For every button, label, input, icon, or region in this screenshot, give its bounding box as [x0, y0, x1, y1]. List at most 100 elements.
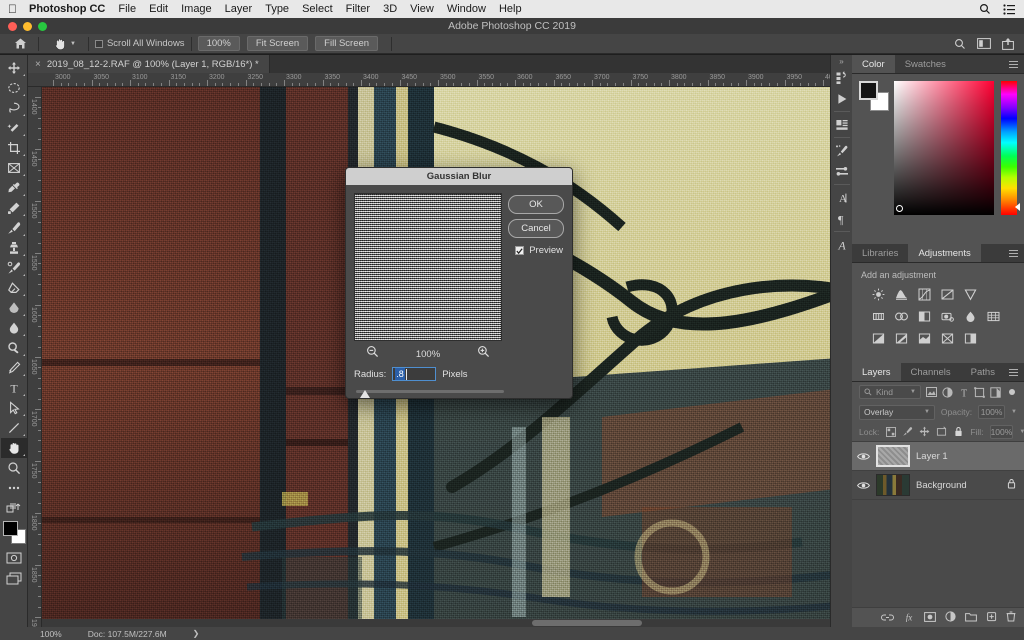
- new-layer-icon[interactable]: [986, 609, 997, 627]
- foreground-color-swatch[interactable]: [859, 81, 878, 100]
- layer-name[interactable]: Layer 1: [916, 451, 948, 462]
- color-panel-swatches[interactable]: [859, 81, 889, 111]
- curves-icon[interactable]: [917, 287, 932, 302]
- line-tool[interactable]: [1, 418, 27, 438]
- zoom-in-icon[interactable]: [477, 345, 490, 363]
- radius-input[interactable]: .8: [392, 367, 437, 381]
- fill-screen-button[interactable]: Fill Screen: [315, 35, 379, 52]
- menu-select[interactable]: Select: [302, 3, 333, 15]
- status-doc-info[interactable]: Doc: 107.5M/227.6M: [88, 629, 167, 639]
- tab-channels[interactable]: Channels: [900, 363, 961, 381]
- status-zoom[interactable]: 100%: [40, 629, 62, 639]
- slider-handle[interactable]: [360, 390, 370, 398]
- opacity-value[interactable]: 100%: [978, 405, 1006, 419]
- zoom-tool[interactable]: [1, 458, 27, 478]
- dodge-tool[interactable]: [1, 338, 27, 358]
- chevron-down-icon[interactable]: ▼: [70, 41, 76, 47]
- layer-mask-icon[interactable]: [924, 609, 936, 627]
- actions-icon[interactable]: [832, 88, 852, 109]
- tab-paths[interactable]: Paths: [960, 363, 1005, 381]
- ok-button[interactable]: OK: [508, 195, 564, 214]
- crop-tool[interactable]: [1, 138, 27, 158]
- chevron-double-icon[interactable]: »: [839, 57, 843, 66]
- hand-tool[interactable]: [0, 438, 27, 458]
- fit-screen-button[interactable]: Fit Screen: [246, 35, 309, 52]
- tab-libraries[interactable]: Libraries: [852, 244, 909, 262]
- tab-swatches[interactable]: Swatches: [894, 55, 956, 73]
- swap-colors-icon[interactable]: [1, 498, 27, 518]
- control-center-icon[interactable]: [1003, 3, 1016, 15]
- zoom-out-icon[interactable]: [366, 345, 379, 363]
- properties-icon[interactable]: [832, 114, 852, 135]
- eyedropper-tool[interactable]: [1, 178, 27, 198]
- more-tools[interactable]: [1, 478, 27, 498]
- lock-image-icon[interactable]: [902, 426, 913, 437]
- color-swatches[interactable]: [1, 520, 27, 546]
- color-lookup-icon[interactable]: [986, 309, 1001, 324]
- workspace-icon[interactable]: [977, 38, 991, 49]
- brightness-contrast-icon[interactable]: [871, 287, 886, 302]
- panel-menu-icon[interactable]: [1009, 55, 1024, 73]
- invert-icon[interactable]: [871, 331, 886, 346]
- path-selection-tool[interactable]: [1, 398, 27, 418]
- threshold-icon[interactable]: [917, 331, 932, 346]
- photo-filter-icon[interactable]: [940, 309, 955, 324]
- blur-tool[interactable]: [1, 318, 27, 338]
- layer-visibility-toggle[interactable]: [856, 481, 870, 490]
- tab-layers[interactable]: Layers: [852, 363, 901, 381]
- active-tool-indicator[interactable]: ▼: [45, 37, 82, 51]
- menu-window[interactable]: Window: [447, 3, 486, 15]
- chevron-down-icon[interactable]: ▼: [1019, 429, 1024, 435]
- search-icon[interactable]: [954, 38, 966, 50]
- layer-visibility-toggle[interactable]: [856, 452, 870, 461]
- home-icon[interactable]: [8, 37, 32, 50]
- zoom-100-button[interactable]: 100%: [197, 35, 240, 52]
- table-row[interactable]: Background: [852, 471, 1024, 500]
- canvas-horizontal-scrollbar[interactable]: [42, 619, 852, 627]
- menu-file[interactable]: File: [118, 3, 136, 15]
- menu-app-name[interactable]: Photoshop CC: [29, 3, 105, 15]
- radius-slider[interactable]: [356, 388, 504, 398]
- levels-icon[interactable]: [894, 287, 909, 302]
- menu-layer[interactable]: Layer: [225, 3, 253, 15]
- apple-icon[interactable]: : [8, 3, 17, 15]
- chevron-down-icon[interactable]: ▼: [1011, 409, 1017, 415]
- history-icon[interactable]: [832, 67, 852, 88]
- lock-position-icon[interactable]: [919, 426, 930, 437]
- slider-track[interactable]: [356, 390, 504, 393]
- lock-transparency-icon[interactable]: [886, 426, 897, 437]
- horizontal-ruler[interactable]: 3000 3050 3100 3150 3200 3250 3300 3350 3400 3450…: [28, 73, 852, 87]
- share-icon[interactable]: [1002, 37, 1014, 50]
- quick-mask-icon[interactable]: [1, 548, 27, 568]
- preview-checkbox[interactable]: Preview: [515, 245, 563, 256]
- lock-artboard-icon[interactable]: [936, 426, 947, 437]
- marquee-tool[interactable]: [1, 78, 27, 98]
- menu-image[interactable]: Image: [181, 3, 212, 15]
- link-layers-icon[interactable]: [881, 609, 894, 627]
- hue-saturation-icon[interactable]: [871, 309, 886, 324]
- lock-all-icon[interactable]: [953, 426, 964, 437]
- screen-mode-icon[interactable]: [1, 568, 27, 588]
- gaussian-blur-dialog[interactable]: Gaussian Blur OK Cancel Preview 100% Rad…: [345, 167, 573, 399]
- exposure-icon[interactable]: [940, 287, 955, 302]
- adjustment-layer-icon[interactable]: [945, 609, 956, 627]
- tab-color[interactable]: Color: [852, 55, 895, 73]
- color-picker-handle[interactable]: [896, 205, 903, 212]
- paragraph-icon[interactable]: ¶: [832, 208, 852, 229]
- clone-stamp-tool[interactable]: [1, 238, 27, 258]
- smart-object-filter-icon[interactable]: [990, 386, 1001, 398]
- black-white-icon[interactable]: [917, 309, 932, 324]
- blend-mode-select[interactable]: Overlay ▼: [859, 404, 935, 420]
- panel-menu-icon[interactable]: [1009, 244, 1024, 262]
- posterize-icon[interactable]: [894, 331, 909, 346]
- move-tool[interactable]: [1, 58, 27, 78]
- menu-filter[interactable]: Filter: [346, 3, 370, 15]
- chevron-down-icon[interactable]: ▼: [924, 409, 930, 415]
- gradient-map-icon[interactable]: [940, 331, 955, 346]
- layer-style-icon[interactable]: fx: [903, 609, 915, 627]
- tab-adjustments[interactable]: Adjustments: [908, 244, 981, 262]
- menu-type[interactable]: Type: [265, 3, 289, 15]
- brush-settings-icon[interactable]: [832, 140, 852, 161]
- hue-slider[interactable]: [1001, 81, 1020, 215]
- type-filter-icon[interactable]: T: [958, 387, 969, 397]
